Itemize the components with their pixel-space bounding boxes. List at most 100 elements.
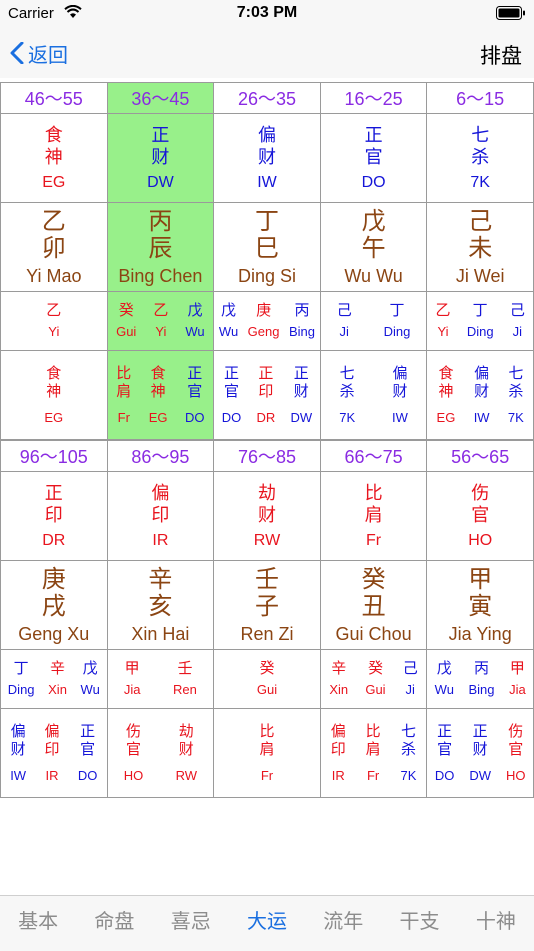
hidden-stems: 癸 Gui — [214, 659, 320, 699]
ten-god-char: 财 — [392, 382, 408, 400]
stem-star-cell[interactable]: 正财 DW — [106, 113, 215, 203]
hidden-stem-char: 戊 — [436, 660, 452, 677]
pillar-cell[interactable]: 戊午 Wu Wu — [319, 202, 428, 292]
ten-god-code: DR — [256, 409, 276, 425]
hidden-stem-pinyin: Gui — [116, 324, 137, 339]
hidden-stem-pinyin: Jia — [123, 682, 141, 697]
pillar-cell[interactable]: 己未 Ji Wei — [426, 202, 534, 292]
ten-god-code: 7K — [400, 767, 417, 783]
hidden-stem-pinyin: Wu — [185, 324, 205, 339]
pillar-cell[interactable]: 丁巳 Ding Si — [213, 202, 321, 292]
hidden-stems-cell: 甲 Jia 壬 Ren — [106, 649, 215, 709]
stem-star-cell[interactable]: 正印 DR — [0, 471, 108, 561]
hidden-stem-pinyin: Wu — [218, 324, 239, 339]
hidden-stem-char: 戊 — [82, 660, 98, 677]
stem-star-cell[interactable]: 偏财 IW — [213, 113, 321, 203]
ten-gods-cell: 正官 DO 正财 DW 伤官 HO — [426, 708, 534, 798]
heavenly-stem: 乙 — [41, 207, 66, 235]
tab-item[interactable]: 十神 — [458, 896, 534, 951]
ten-gods: 伤官 HO 劫财 RW — [108, 723, 214, 784]
hidden-stem-pinyin: Bing — [288, 324, 315, 339]
age-range-cell[interactable]: 56～65 — [426, 440, 534, 472]
ten-god-code: DW — [469, 767, 492, 783]
pillar-cell[interactable]: 丙辰 Bing Chen — [106, 202, 215, 292]
age-range-cell[interactable]: 76～85 — [213, 440, 321, 472]
stem-star-cell[interactable]: 偏印 IR — [106, 471, 215, 561]
hidden-stem: 己 Ji — [510, 301, 525, 341]
stem-star-code: IW — [257, 174, 277, 191]
stem-star-cell[interactable]: 食神 EG — [0, 113, 108, 203]
ten-gods-cell: 偏财 IW 偏印 IR 正官 DO — [0, 708, 108, 798]
age-range-cell[interactable]: 96～105 — [0, 440, 108, 472]
earthly-branch: 亥 — [148, 592, 173, 620]
ten-gods: 正官 DO 正财 DW 伤官 HO — [427, 723, 533, 784]
hidden-stem-char: 甲 — [124, 660, 140, 677]
stem-star-cell[interactable]: 七杀 7K — [426, 113, 534, 203]
stem-star-cell[interactable]: 伤官 HO — [426, 471, 534, 561]
heavenly-stem: 甲 — [468, 565, 493, 593]
hidden-stem: 戊 Wu — [435, 659, 454, 699]
stem-star-code: Fr — [366, 532, 382, 549]
hidden-stem-pinyin: Ding — [383, 324, 411, 339]
tab-item[interactable]: 基本 — [0, 896, 76, 951]
heavenly-stem: 己 — [468, 207, 493, 235]
stem-star-code: IR — [152, 532, 169, 549]
age-range-cell[interactable]: 86～95 — [106, 440, 215, 472]
ten-god-row: 偏财 IW 偏印 IR 正官 DO 伤官 HO 劫财 RW 比肩 Fr 偏印 IR 比肩 Fr 七杀 7K 正官 DO… — [0, 708, 534, 798]
hidden-stems-cell: 乙 Yi 丁 Ding 己 Ji — [426, 291, 534, 351]
hidden-stems: 戊 Wu 庚 Geng 丙 Bing — [214, 301, 320, 341]
hidden-stem: 癸 Gui — [365, 659, 385, 699]
heavenly-stem: 癸 — [361, 565, 386, 593]
age-range-cell[interactable]: 66～75 — [319, 440, 428, 472]
pillar-cell[interactable]: 壬子 Ren Zi — [213, 560, 321, 650]
tab-item[interactable]: 干支 — [381, 896, 457, 951]
tab-item[interactable]: 命盘 — [76, 896, 152, 951]
ten-gods-cell: 正官 DO 正印 DR 正财 DW — [213, 350, 321, 440]
back-button[interactable]: 返回 — [10, 36, 68, 70]
stem-star-cell[interactable]: 正官 DO — [319, 113, 428, 203]
ten-god-char: 官 — [508, 740, 524, 758]
pillar-cell[interactable]: 甲寅 Jia Ying — [426, 560, 534, 650]
ten-god-char: 肩 — [116, 382, 132, 400]
age-range-cell[interactable]: 16～25 — [319, 82, 428, 114]
heavenly-stem: 丙 — [148, 207, 173, 235]
tab-item[interactable]: 喜忌 — [153, 896, 229, 951]
ten-god-char: 官 — [187, 382, 203, 400]
age-range-cell[interactable]: 6～15 — [426, 82, 534, 114]
ten-gods-cell: 偏印 IR 比肩 Fr 七杀 7K — [319, 708, 428, 798]
hidden-stem-pinyin: Wu — [434, 682, 454, 697]
hidden-stem-char: 乙 — [46, 302, 62, 319]
hidden-stem-char: 乙 — [435, 302, 451, 319]
ten-god-char: 官 — [437, 740, 453, 758]
pillar-pinyin: Ren Zi — [240, 623, 294, 644]
ten-god-char: 印 — [44, 740, 60, 758]
stem-star-char: 印 — [44, 505, 63, 525]
stem-star-code: EG — [42, 174, 66, 191]
tab-item[interactable]: 大运 — [229, 896, 305, 951]
pillar-cell[interactable]: 乙卯 Yi Mao — [0, 202, 108, 292]
navigation-bar: 返回 排盘 — [0, 28, 534, 78]
hidden-stem-char: 庚 — [256, 302, 272, 319]
ten-god-char: 神 — [150, 382, 166, 400]
stem-star-cell[interactable]: 比肩 Fr — [319, 471, 428, 561]
age-range-cell[interactable]: 26～35 — [213, 82, 321, 114]
ten-god-char: 七 — [400, 722, 416, 740]
hidden-stem-pinyin: Xin — [329, 682, 349, 697]
stem-star: 偏财 — [214, 124, 320, 168]
hidden-stem: 乙 Yi — [153, 301, 168, 341]
pillar-cell[interactable]: 癸丑 Gui Chou — [319, 560, 428, 650]
pillar-pinyin: Ding Si — [237, 265, 296, 286]
age-range-cell[interactable]: 46～55 — [0, 82, 108, 114]
tab-item[interactable]: 流年 — [305, 896, 381, 951]
stem-star-cell[interactable]: 劫财 RW — [213, 471, 321, 561]
page-title: 排盘 — [480, 45, 522, 68]
ten-god: 正官 DO — [78, 723, 98, 784]
pillar-cell[interactable]: 辛亥 Xin Hai — [106, 560, 215, 650]
pillar-cell[interactable]: 庚戌 Geng Xu — [0, 560, 108, 650]
ten-god-code: Fr — [366, 767, 380, 783]
hidden-stem-pinyin: Gui — [256, 682, 278, 697]
hidden-stem-pinyin: Xin — [48, 682, 67, 697]
age-range-cell[interactable]: 36～45 — [106, 82, 215, 114]
ten-god: 比肩 Fr — [366, 723, 381, 784]
heavenly-stem: 辛 — [148, 565, 173, 593]
